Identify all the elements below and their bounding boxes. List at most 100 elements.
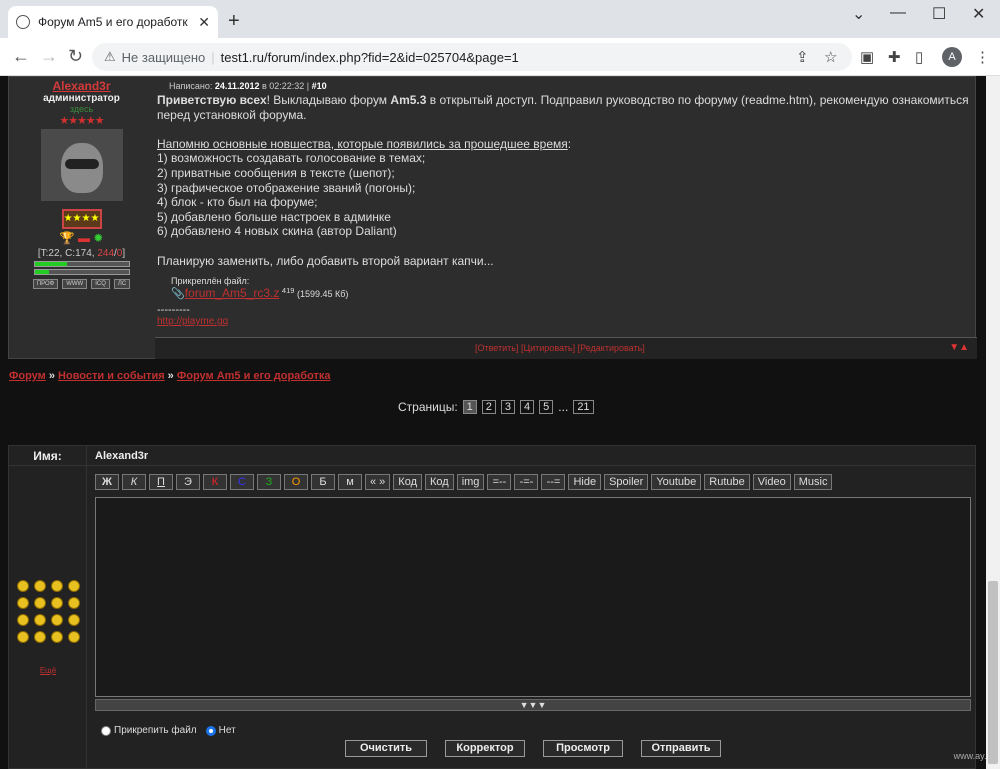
close-tab-icon[interactable]: ✕: [198, 14, 210, 31]
red-color-button[interactable]: К: [203, 474, 227, 490]
side-panel-icon[interactable]: ▯: [915, 48, 923, 66]
www-button[interactable]: WWW: [62, 279, 88, 289]
security-label: Не защищено: [121, 49, 206, 65]
attachment-link[interactable]: forum_Am5_rc3.z: [185, 286, 280, 300]
page-1[interactable]: 1: [462, 400, 477, 414]
smiley-icon[interactable]: [67, 631, 80, 643]
smiley-icon[interactable]: [67, 614, 80, 626]
smiley-icon[interactable]: [50, 580, 63, 592]
youtube-button[interactable]: Youtube: [651, 474, 702, 490]
smiley-icon[interactable]: [33, 597, 46, 609]
profile-avatar[interactable]: A: [942, 47, 962, 67]
tab-title: Форум Am5 и его доработка Н: [38, 15, 188, 29]
hide-button[interactable]: Hide: [568, 474, 602, 490]
smiley-icon[interactable]: [67, 597, 80, 609]
smiley-icon[interactable]: [16, 597, 29, 609]
big-font-button[interactable]: Б: [311, 474, 335, 490]
rating-stars: ★★★★★: [59, 115, 104, 127]
tab-search-icon[interactable]: ▣: [860, 48, 874, 66]
smiley-icon[interactable]: [50, 614, 63, 626]
send-button[interactable]: Отправить: [641, 740, 721, 757]
align-center-button[interactable]: -=-: [514, 474, 539, 490]
close-window-icon[interactable]: ✕: [972, 4, 985, 24]
page-last[interactable]: 21: [573, 400, 594, 414]
breadcrumb-topic[interactable]: Форум Am5 и его доработка: [177, 370, 331, 382]
paperclip-icon: 📎: [171, 288, 185, 301]
menu-icon[interactable]: ⋮: [975, 48, 990, 66]
page-3[interactable]: 3: [500, 400, 516, 414]
spoiler-button[interactable]: Spoiler: [604, 474, 649, 490]
share-icon[interactable]: ⇪: [796, 48, 809, 66]
post-number[interactable]: #10: [312, 81, 327, 91]
forum-page: Alexand3r администратор здесь ★★★★★ ★★★★…: [0, 76, 1000, 769]
more-smiles-link[interactable]: Ещё: [9, 666, 87, 675]
new-tab-button[interactable]: +: [228, 10, 240, 33]
code-button[interactable]: Код: [393, 474, 422, 490]
back-icon[interactable]: ←: [12, 46, 30, 67]
nav-arrows-icon[interactable]: ▼▲: [949, 342, 969, 353]
scrollbar[interactable]: [986, 76, 1000, 769]
smiley-icon[interactable]: [50, 597, 63, 609]
signature-link[interactable]: http://playme.gq: [157, 316, 977, 327]
underline-button[interactable]: П: [149, 474, 173, 490]
scrollbar-thumb[interactable]: [988, 581, 998, 764]
page-5[interactable]: 5: [539, 400, 554, 414]
orange-color-button[interactable]: О: [284, 474, 308, 490]
name-row: Имя: Alexand3r: [9, 446, 975, 466]
clear-button[interactable]: Очистить: [345, 740, 427, 757]
small-font-button[interactable]: м: [338, 474, 362, 490]
browser-tab[interactable]: Форум Am5 и его доработка Н ✕: [8, 6, 218, 38]
address-bar[interactable]: ⚠ Не защищено | test1.ru/forum/index.php…: [92, 43, 852, 71]
breadcrumb-section[interactable]: Новости и события: [58, 370, 165, 382]
corrector-button[interactable]: Корректор: [445, 740, 525, 757]
smiley-icon[interactable]: [67, 580, 80, 592]
divider: |: [211, 49, 215, 65]
italic-button[interactable]: К: [122, 474, 146, 490]
smiley-icon[interactable]: [16, 580, 29, 592]
username-link[interactable]: Alexand3r: [9, 79, 154, 93]
strike-button[interactable]: Э: [176, 474, 200, 490]
no-attach-radio[interactable]: [205, 725, 216, 736]
forward-icon[interactable]: →: [40, 46, 58, 67]
smiley-icon[interactable]: [16, 614, 29, 626]
resize-handle[interactable]: ▼▼▼: [95, 699, 971, 711]
reload-icon[interactable]: ↻: [68, 46, 83, 67]
minimize-icon[interactable]: —: [890, 4, 906, 22]
smiley-icon[interactable]: [33, 580, 46, 592]
smiley-icon[interactable]: [16, 631, 29, 643]
code2-button[interactable]: Код: [425, 474, 454, 490]
smiley-icon[interactable]: [33, 631, 46, 643]
post-actions[interactable]: [Ответить] [Цитировать] [Редактировать]: [475, 343, 645, 353]
preview-button[interactable]: Просмотр: [543, 740, 623, 757]
align-right-button[interactable]: --=: [541, 474, 566, 490]
message-textarea[interactable]: [95, 497, 971, 697]
extensions-icon[interactable]: ✚: [888, 48, 901, 66]
img-button[interactable]: img: [456, 474, 485, 490]
chevron-down-icon[interactable]: ⌄: [852, 4, 865, 24]
blue-color-button[interactable]: С: [230, 474, 254, 490]
green-color-button[interactable]: З: [257, 474, 281, 490]
smiley-icon[interactable]: [33, 614, 46, 626]
icq-button[interactable]: ICQ: [91, 279, 110, 289]
profile-button[interactable]: ПРОФ: [32, 279, 59, 289]
pagination-label: Страницы:: [398, 400, 458, 414]
breadcrumb-forum[interactable]: Форум: [9, 370, 46, 382]
pm-button[interactable]: ЛС: [113, 279, 131, 289]
music-button[interactable]: Music: [793, 474, 833, 490]
quote-button[interactable]: « »: [365, 474, 391, 490]
smiles-panel: Ещё: [9, 466, 87, 768]
bookmark-star-icon[interactable]: ☆: [824, 48, 837, 66]
video-button[interactable]: Video: [752, 474, 791, 490]
align-left-button[interactable]: =--: [487, 474, 512, 490]
progress-bar-2: [33, 269, 130, 275]
maximize-icon[interactable]: ☐: [932, 4, 946, 24]
page-2[interactable]: 2: [481, 400, 496, 414]
bold-button[interactable]: Ж: [95, 474, 119, 490]
url-text: test1.ru/forum/index.php?fid=2&id=025704…: [220, 49, 519, 65]
attach-file-radio[interactable]: [101, 725, 111, 736]
page-4[interactable]: 4: [520, 400, 535, 414]
attach-options: Прикрепить файл Нет: [101, 725, 236, 736]
rutube-button[interactable]: Rutube: [704, 474, 750, 490]
name-label: Имя:: [9, 446, 87, 466]
smiley-icon[interactable]: [50, 631, 63, 643]
